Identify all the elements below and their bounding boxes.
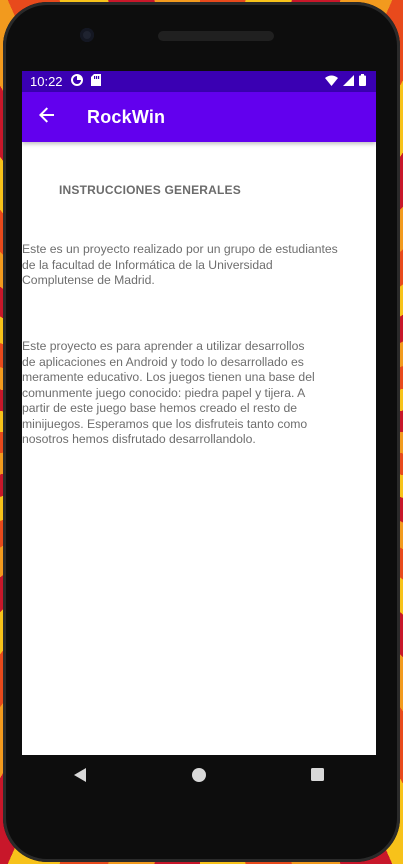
nav-recents-button[interactable] (293, 755, 341, 799)
nav-back-button[interactable] (57, 755, 105, 799)
app-bar: RockWin (22, 92, 376, 142)
paragraph-line: minijuegos. Esperamos que los disfruteis… (22, 416, 308, 431)
system-nav-bar (22, 755, 376, 799)
back-triangle-icon (74, 767, 88, 787)
phone-frame: 10:22 RockWin INSTRUCCIONES GENERALES Es… (3, 2, 400, 862)
paragraph-line: Este proyecto es para aprender a utiliza… (22, 339, 305, 353)
home-circle-icon (192, 767, 206, 787)
front-camera (80, 28, 94, 42)
paragraph-line: nosotros hemos disfrutado desarrollandol… (22, 432, 256, 446)
app-title: RockWin (87, 106, 166, 127)
nav-home-button[interactable] (175, 755, 223, 799)
data-saver-icon (70, 74, 83, 89)
paragraph-line: de aplicaciones en Android y todo lo des… (22, 354, 304, 369)
arrow-back-icon (39, 106, 55, 128)
purpose-paragraph: Este proyecto es para aprender a utiliza… (22, 339, 334, 448)
recents-square-icon (310, 768, 324, 786)
earpiece-speaker (158, 31, 274, 41)
paragraph-line: comunmente juego conocido: piedra papel … (22, 385, 306, 400)
battery-icon (359, 74, 366, 89)
status-bar: 10:22 (22, 71, 376, 92)
paragraph-line: Este es un proyecto realizado por un gru… (22, 242, 338, 256)
back-button[interactable] (23, 92, 71, 142)
status-time: 10:22 (30, 74, 63, 89)
app-screen: 10:22 RockWin INSTRUCCIONES GENERALES Es… (22, 71, 376, 755)
paragraph-line: Complutense de Madrid. (22, 273, 155, 287)
intro-paragraph: Este es un proyecto realizado por un gru… (22, 242, 372, 289)
signal-icon (343, 74, 354, 89)
paragraph-line: meramente educativo. Los juegos tienen u… (22, 370, 315, 384)
paragraph-line: de la facultad de Informática de la Univ… (22, 257, 273, 272)
wifi-icon (325, 74, 338, 89)
instructions-heading: INSTRUCCIONES GENERALES (59, 183, 241, 197)
sd-card-icon (90, 74, 101, 89)
paragraph-line: partir de este juego base hemos creado e… (22, 401, 298, 415)
